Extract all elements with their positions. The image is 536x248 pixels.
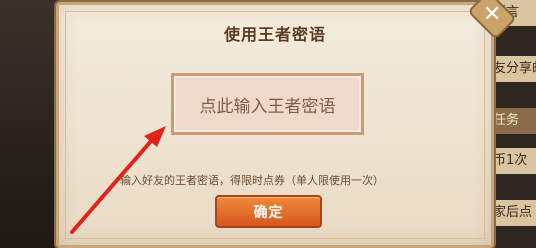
- background-item: 任务: [488, 108, 536, 134]
- background-item: 家后点: [488, 200, 536, 226]
- background-item: 币1次: [488, 148, 536, 174]
- hint-text: 输入好友的王者密语，得限时点券（单人限使用一次）: [120, 174, 384, 187]
- dialog-title: 使用王者密语: [223, 25, 326, 44]
- input-placeholder: 点此输入王者密语: [199, 96, 336, 117]
- password-input[interactable]: 点此输入王者密语: [171, 73, 364, 135]
- background-left: [0, 0, 60, 248]
- confirm-button-label: 确定: [253, 204, 284, 221]
- confirm-button[interactable]: 确定: [215, 195, 322, 228]
- background-item: 友分享邮: [488, 56, 536, 82]
- close-icon: ✕: [482, 1, 502, 27]
